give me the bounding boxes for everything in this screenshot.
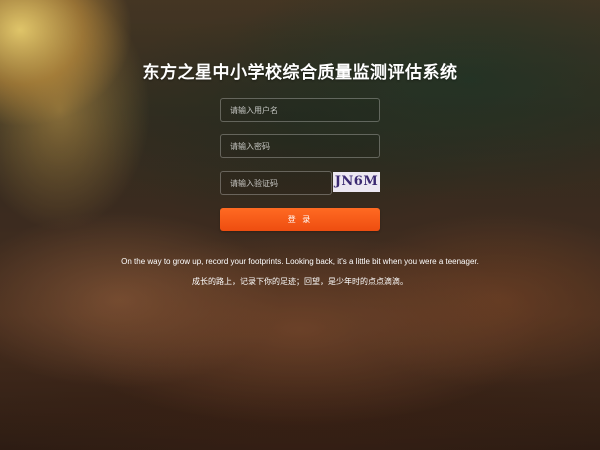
page-title: 东方之星中小学校综合质量监测评估系统 [142, 63, 458, 83]
slogan-english: On the way to grow up, record your footp… [121, 257, 479, 266]
captcha-image[interactable]: JN6M [333, 172, 380, 192]
password-input[interactable] [220, 134, 380, 158]
slogan-chinese: 成长的路上，记录下你的足迹；回望，是少年时的点点滴滴。 [192, 277, 408, 286]
login-page: 东方之星中小学校综合质量监测评估系统 JN6M 登 录 On the way t… [0, 0, 600, 450]
captcha-input[interactable] [220, 171, 332, 195]
login-panel: 东方之星中小学校综合质量监测评估系统 JN6M 登 录 On the way t… [0, 0, 600, 450]
login-button[interactable]: 登 录 [220, 208, 380, 231]
username-input[interactable] [220, 98, 380, 122]
